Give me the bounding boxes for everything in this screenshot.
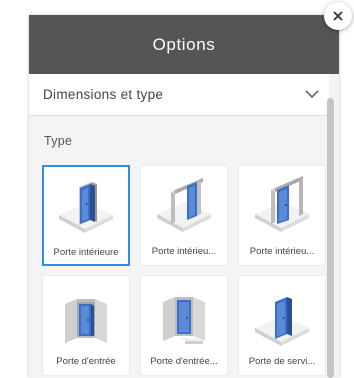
door-type-card[interactable]: Porte d'entrée [42, 275, 130, 376]
interior-door-icon [44, 171, 128, 241]
service-door-icon [239, 280, 325, 350]
options-panel: Options Dimensions et type Type Porte in… [29, 15, 339, 378]
door-type-card[interactable]: Porte de servi... [238, 275, 326, 376]
door-type-card[interactable]: Porte intérieu... [238, 165, 326, 266]
close-icon [333, 11, 343, 21]
chevron-down-icon [305, 86, 319, 104]
type-label: Type [44, 134, 73, 148]
interior-sliding-door-icon [141, 170, 227, 240]
door-type-label: Porte intérieure [53, 247, 119, 258]
door-type-card[interactable]: Porte intérieu... [140, 165, 228, 266]
close-button[interactable] [324, 2, 352, 30]
section-title: Dimensions et type [43, 87, 164, 102]
panel-header: Options [29, 15, 339, 74]
entrance-door-step-icon [141, 280, 227, 350]
door-type-label: Porte d'entrée [56, 356, 116, 367]
scrollbar-thumb[interactable] [327, 98, 334, 378]
section-dimensions-toggle[interactable]: Dimensions et type [29, 74, 329, 116]
door-type-label: Porte intérieu... [151, 246, 217, 257]
door-type-card[interactable]: Porte d'entrée... [140, 275, 228, 376]
door-type-label: Porte de servi... [248, 356, 316, 367]
door-type-label: Porte intérieu... [249, 246, 315, 257]
options-dialog: Options Dimensions et type Type Porte in… [0, 0, 354, 378]
interior-pocket-door-icon [239, 170, 325, 240]
panel-title: Options [152, 34, 216, 54]
door-type-label: Porte d'entrée... [150, 356, 218, 367]
door-type-card[interactable]: Porte intérieure [42, 165, 130, 266]
entrance-door-icon [43, 280, 129, 350]
